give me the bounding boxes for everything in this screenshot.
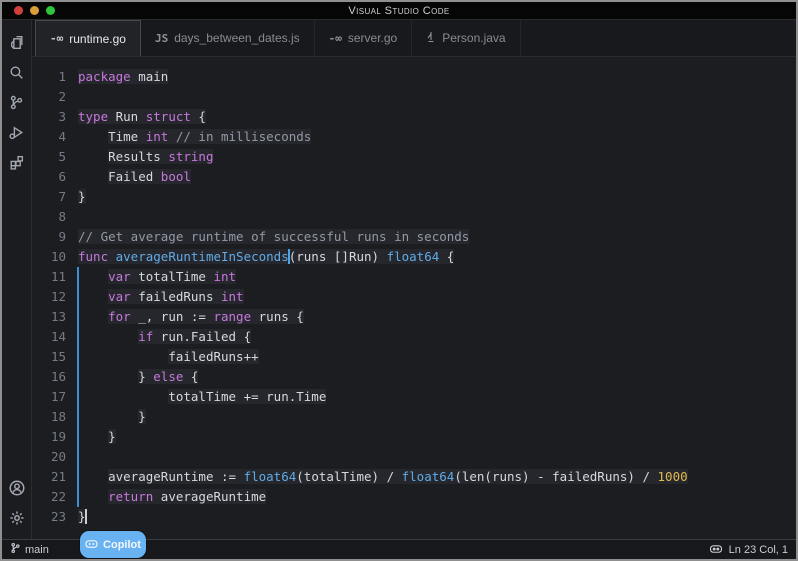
text-cursor <box>288 249 290 264</box>
code-line[interactable]: 6 Failed bool <box>32 167 796 187</box>
title-bar: Visual Studio Code <box>2 2 796 20</box>
line-number: 16 <box>32 367 72 387</box>
line-number: 10 <box>32 247 72 267</box>
line-number: 23 <box>32 507 72 527</box>
cursor-position[interactable]: Ln 23 Col, 1 <box>729 544 788 556</box>
line-number: 21 <box>32 467 72 487</box>
copilot-status-icon[interactable] <box>709 544 723 555</box>
line-number: 8 <box>32 207 72 227</box>
tab-server-go[interactable]: -∞ server.go <box>315 20 413 56</box>
code-line[interactable]: 12 var failedRuns int <box>32 287 796 307</box>
code-line[interactable]: 22 return averageRuntime <box>32 487 796 507</box>
code-line[interactable]: 2 <box>32 87 796 107</box>
code-line[interactable]: 20 <box>32 447 796 467</box>
code-line[interactable]: 15 failedRuns++ <box>32 347 796 367</box>
git-branch-icon <box>10 542 21 557</box>
source-control-icon[interactable] <box>2 87 32 117</box>
copilot-button[interactable]: Copilot <box>80 531 146 558</box>
line-number: 12 <box>32 287 72 307</box>
js-icon: JS <box>155 32 168 45</box>
copilot-icon <box>85 539 98 550</box>
branch-indicator[interactable]: main <box>10 542 49 557</box>
text-cursor <box>85 509 87 524</box>
code-line[interactable]: 7} <box>32 187 796 207</box>
code-line[interactable]: 19 } <box>32 427 796 447</box>
code-line[interactable]: 11 var totalTime int <box>32 267 796 287</box>
line-number: 3 <box>32 107 72 127</box>
line-number: 20 <box>32 447 72 467</box>
tab-label: days_between_dates.js <box>174 31 299 45</box>
code-line[interactable]: 21 averageRuntime := float64(totalTime) … <box>32 467 796 487</box>
line-number: 2 <box>32 87 72 107</box>
copilot-button-label: Copilot <box>103 539 141 551</box>
explorer-icon[interactable] <box>2 27 32 57</box>
line-number: 15 <box>32 347 72 367</box>
line-number: 9 <box>32 227 72 247</box>
window-title: Visual Studio Code <box>2 5 796 17</box>
line-number: 22 <box>32 487 72 507</box>
code-line[interactable]: 23} <box>32 507 796 527</box>
code-line[interactable]: 9// Get average runtime of successful ru… <box>32 227 796 247</box>
line-number: 1 <box>32 67 72 87</box>
tab-bar: -∞ runtime.go JS days_between_dates.js -… <box>32 20 796 57</box>
code-line[interactable]: 16 } else { <box>32 367 796 387</box>
code-line[interactable]: 8 <box>32 207 796 227</box>
line-number: 7 <box>32 187 72 207</box>
code-line[interactable]: 10func averageRuntimeInSeconds(runs []Ru… <box>32 247 796 267</box>
code-line[interactable]: 5 Results string <box>32 147 796 167</box>
line-number: 4 <box>32 127 72 147</box>
line-number: 5 <box>32 147 72 167</box>
activity-bar <box>2 20 32 541</box>
tab-label: runtime.go <box>69 32 126 46</box>
line-number: 13 <box>32 307 72 327</box>
code-line[interactable]: 14 if run.Failed { <box>32 327 796 347</box>
indent-guide <box>77 267 79 507</box>
run-debug-icon[interactable] <box>2 117 32 147</box>
settings-icon[interactable] <box>2 503 32 533</box>
line-number: 17 <box>32 387 72 407</box>
go-icon: -∞ <box>329 32 342 45</box>
java-icon <box>426 31 436 46</box>
code-lines: 1package main23type Run struct {4 Time i… <box>32 67 796 527</box>
line-number: 14 <box>32 327 72 347</box>
line-number: 6 <box>32 167 72 187</box>
code-line[interactable]: 18 } <box>32 407 796 427</box>
tab-person-java[interactable]: Person.java <box>412 20 520 56</box>
tab-label: Person.java <box>442 31 505 45</box>
line-number: 18 <box>32 407 72 427</box>
code-line[interactable]: 4 Time int // in milliseconds <box>32 127 796 147</box>
extensions-icon[interactable] <box>2 147 32 177</box>
code-line[interactable]: 1package main <box>32 67 796 87</box>
tab-days-between-dates-js[interactable]: JS days_between_dates.js <box>141 20 315 56</box>
line-number: 11 <box>32 267 72 287</box>
vscode-window: Visual Studio Code <box>0 0 798 561</box>
search-icon[interactable] <box>2 57 32 87</box>
go-icon: -∞ <box>50 32 63 45</box>
code-line[interactable]: 13 for _, run := range runs { <box>32 307 796 327</box>
line-number: 19 <box>32 427 72 447</box>
code-editor[interactable]: 1package main23type Run struct {4 Time i… <box>32 57 796 541</box>
account-icon[interactable] <box>2 473 32 503</box>
branch-name: main <box>25 544 49 556</box>
code-line[interactable]: 3type Run struct { <box>32 107 796 127</box>
tab-label: server.go <box>348 31 397 45</box>
tab-runtime-go[interactable]: -∞ runtime.go <box>35 20 141 56</box>
code-line[interactable]: 17 totalTime += run.Time <box>32 387 796 407</box>
